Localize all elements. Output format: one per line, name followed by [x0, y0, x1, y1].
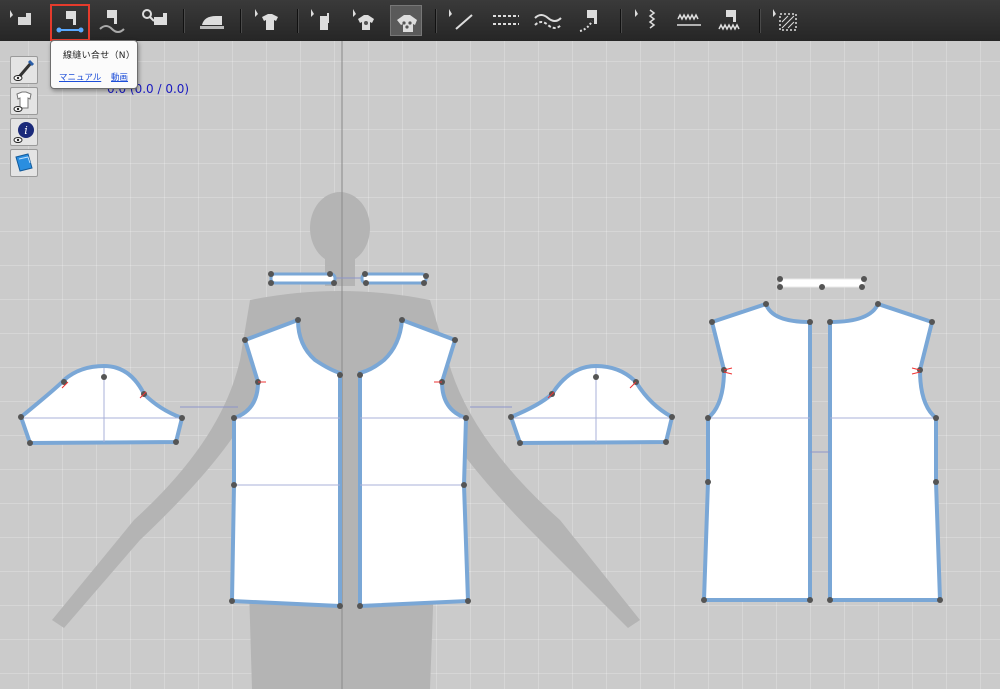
tool-tooltip: 線縫い合せ（N） マニュアル 動画 — [50, 40, 138, 89]
top-toolbar — [0, 0, 1000, 42]
pattern-select-icon[interactable] — [770, 5, 802, 36]
tooltip-title: 線縫い合せ（N） — [63, 51, 136, 61]
tshirt-icon[interactable] — [252, 5, 284, 36]
line-sewing-icon[interactable] — [50, 4, 90, 41]
pattern-piece-back-right[interactable] — [827, 301, 943, 603]
pattern-window[interactable]: i — [0, 41, 1000, 689]
topstitch-icon[interactable] — [575, 5, 607, 36]
pattern-piece-collar-right[interactable] — [360, 271, 429, 286]
pattern-piece-collar-left[interactable] — [268, 271, 337, 286]
video-link[interactable]: 動画 — [111, 71, 128, 83]
fold-arrangement-icon[interactable] — [390, 5, 422, 36]
seam-taping-icon[interactable] — [714, 5, 746, 36]
zigzag-stitch-icon[interactable] — [673, 5, 705, 36]
edit-line-icon[interactable] — [446, 5, 478, 36]
free-sewing-icon[interactable] — [95, 5, 127, 36]
pattern-piece-right-sleeve[interactable] — [508, 363, 675, 446]
eye-info-icon[interactable]: i — [10, 118, 38, 146]
eye-brush-icon[interactable] — [10, 56, 38, 84]
texture-icon[interactable] — [10, 149, 38, 177]
fold-icon[interactable] — [350, 5, 382, 36]
pattern-piece-left-sleeve[interactable] — [18, 363, 185, 446]
pattern-piece-back-collar[interactable] — [777, 276, 867, 290]
curve-line-icon[interactable] — [532, 5, 564, 36]
eye-garment-icon[interactable] — [10, 87, 38, 115]
svg-text:i: i — [24, 124, 28, 137]
pattern-piece-back-left[interactable] — [701, 301, 813, 603]
manual-link[interactable]: マニュアル — [59, 71, 101, 83]
check-sewing-icon[interactable] — [138, 5, 170, 36]
iron-icon[interactable] — [196, 5, 228, 36]
dashed-line-icon[interactable] — [490, 5, 522, 36]
select-sewing-icon[interactable] — [5, 5, 37, 36]
tack-icon[interactable] — [308, 5, 340, 36]
elastic-icon[interactable] — [632, 5, 664, 36]
